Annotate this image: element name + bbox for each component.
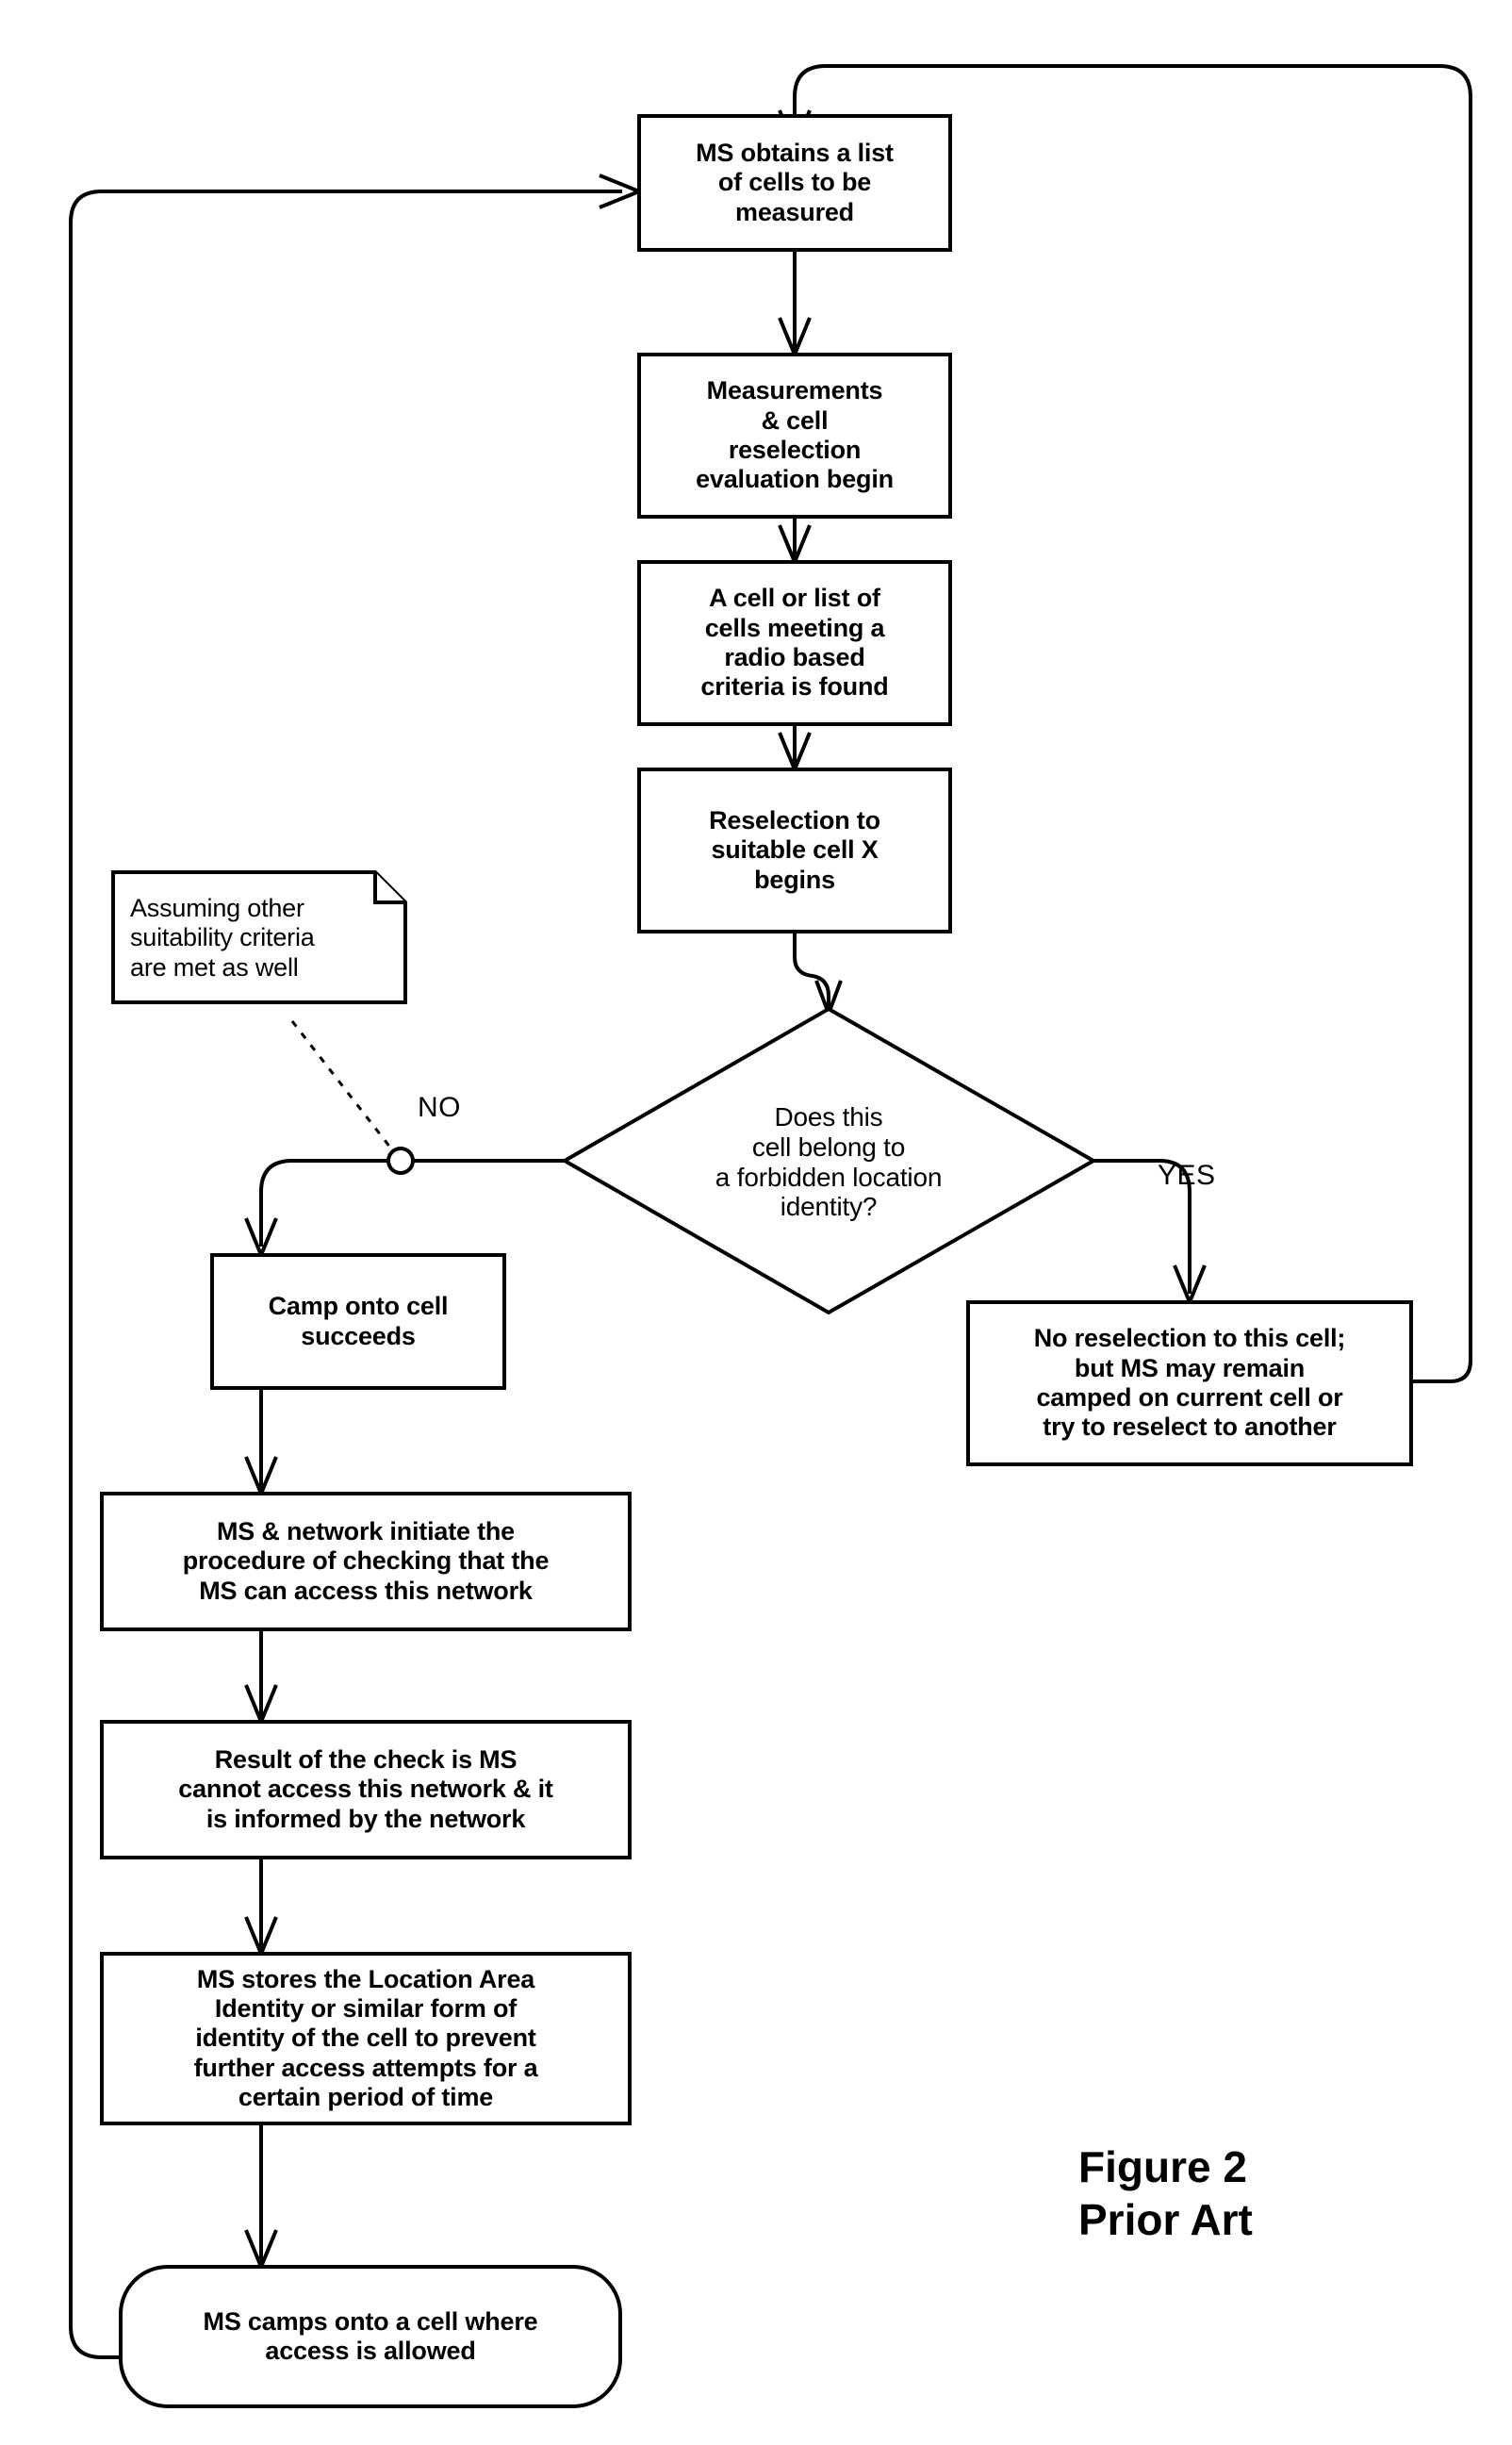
no-reselection-line3: camped on current cell or	[1036, 1383, 1343, 1412]
store-lai-line3: identity of the cell to prevent	[195, 2024, 536, 2053]
connector-decision-no-branch	[259, 1159, 565, 1247]
note-junction-dot	[386, 1147, 415, 1175]
measurements-line3: reselection	[728, 436, 862, 464]
node-no-reselection-label: No reselection to this cell; but MS may …	[968, 1302, 1411, 1464]
decision-line4: identity?	[780, 1192, 878, 1222]
reselection-begins-line3: begins	[754, 865, 835, 894]
node-initiate-check-label: MS & network initiate the procedure of c…	[102, 1494, 630, 1629]
node-reselection-begins-label: Reselection to suitable cell X begins	[639, 769, 950, 932]
note-line1: Assuming other	[130, 893, 304, 922]
camp-succeeds-line2: succeeds	[301, 1321, 416, 1350]
no-reselection-line4: try to reselect to another	[1043, 1412, 1337, 1442]
obtain-list-line2: of cells to be	[717, 168, 872, 197]
obtain-list-line1: MS obtains a list	[696, 139, 894, 168]
criteria-found-line2: cells meeting a	[704, 613, 885, 642]
store-lai-line4: further access attempts for a	[193, 2053, 538, 2082]
decision-line1: Does this	[774, 1101, 883, 1132]
initiate-check-line2: procedure of checking that the	[182, 1546, 550, 1576]
check-result-line2: cannot access this network & it	[178, 1775, 553, 1804]
flowchart-canvas: MS obtains a list of cells to be measure…	[0, 0, 1512, 2445]
node-decision-label: Does this cell belong to a forbidden loc…	[612, 1080, 1045, 1245]
node-store-lai-label: MS stores the Location Area Identity or …	[102, 1954, 630, 2123]
camps-allowed-line2: access is allowed	[265, 2337, 476, 2365]
check-result-line1: Result of the check is MS	[214, 1745, 518, 1775]
criteria-found-line4: criteria is found	[700, 672, 889, 702]
measurements-line4: evaluation begin	[696, 465, 894, 494]
criteria-found-line1: A cell or list of	[709, 584, 880, 613]
camps-allowed-line1: MS camps onto a cell where	[203, 2306, 538, 2336]
figure-caption-line1: Figure 2	[1078, 2142, 1247, 2191]
figure-caption-line2: Prior Art	[1078, 2195, 1253, 2245]
check-result-line3: is informed by the network	[205, 1804, 526, 1833]
node-camps-allowed-label: MS camps onto a cell where access is all…	[121, 2267, 620, 2406]
no-reselection-line1: No reselection to this cell;	[1033, 1324, 1346, 1353]
node-measurements-label: Measurements & cell reselection evaluati…	[639, 355, 950, 517]
no-reselection-line2: but MS may remain	[1074, 1353, 1306, 1382]
note-line2: suitability criteria	[130, 923, 315, 952]
reselection-begins-line1: Reselection to	[709, 806, 880, 835]
decision-line3: a forbidden location	[715, 1162, 943, 1192]
initiate-check-line3: MS can access this network	[199, 1576, 533, 1605]
store-lai-line1: MS stores the Location Area	[196, 1964, 535, 1993]
connector-note-leader	[290, 1020, 396, 1153]
branch-label-yes: YES	[1158, 1160, 1216, 1191]
store-lai-line5: certain period of time	[238, 2082, 494, 2111]
initiate-check-line1: MS & network initiate the	[216, 1517, 516, 1546]
note-line3: are met as well	[130, 952, 299, 982]
node-criteria-found-label: A cell or list of cells meeting a radio …	[639, 562, 950, 724]
measurements-line1: Measurements	[706, 376, 883, 405]
measurements-line2: & cell	[761, 405, 829, 435]
decision-line2: cell belong to	[751, 1132, 906, 1162]
note-suitability-label: Assuming other suitability criteria are …	[130, 878, 403, 999]
figure-caption: Figure 2 Prior Art	[1078, 2140, 1253, 2246]
node-obtain-list-label: MS obtains a list of cells to be measure…	[639, 116, 950, 250]
branch-label-no: NO	[418, 1092, 461, 1123]
criteria-found-line3: radio based	[724, 643, 865, 671]
obtain-list-line3: measured	[735, 197, 854, 226]
camp-succeeds-line1: Camp onto cell	[268, 1292, 449, 1321]
reselection-begins-line2: suitable cell X	[711, 835, 879, 865]
node-camp-succeeds-label: Camp onto cell succeeds	[212, 1255, 504, 1388]
node-check-result-label: Result of the check is MS cannot access …	[102, 1722, 630, 1858]
store-lai-line2: Identity or similar form of	[214, 1994, 518, 2024]
